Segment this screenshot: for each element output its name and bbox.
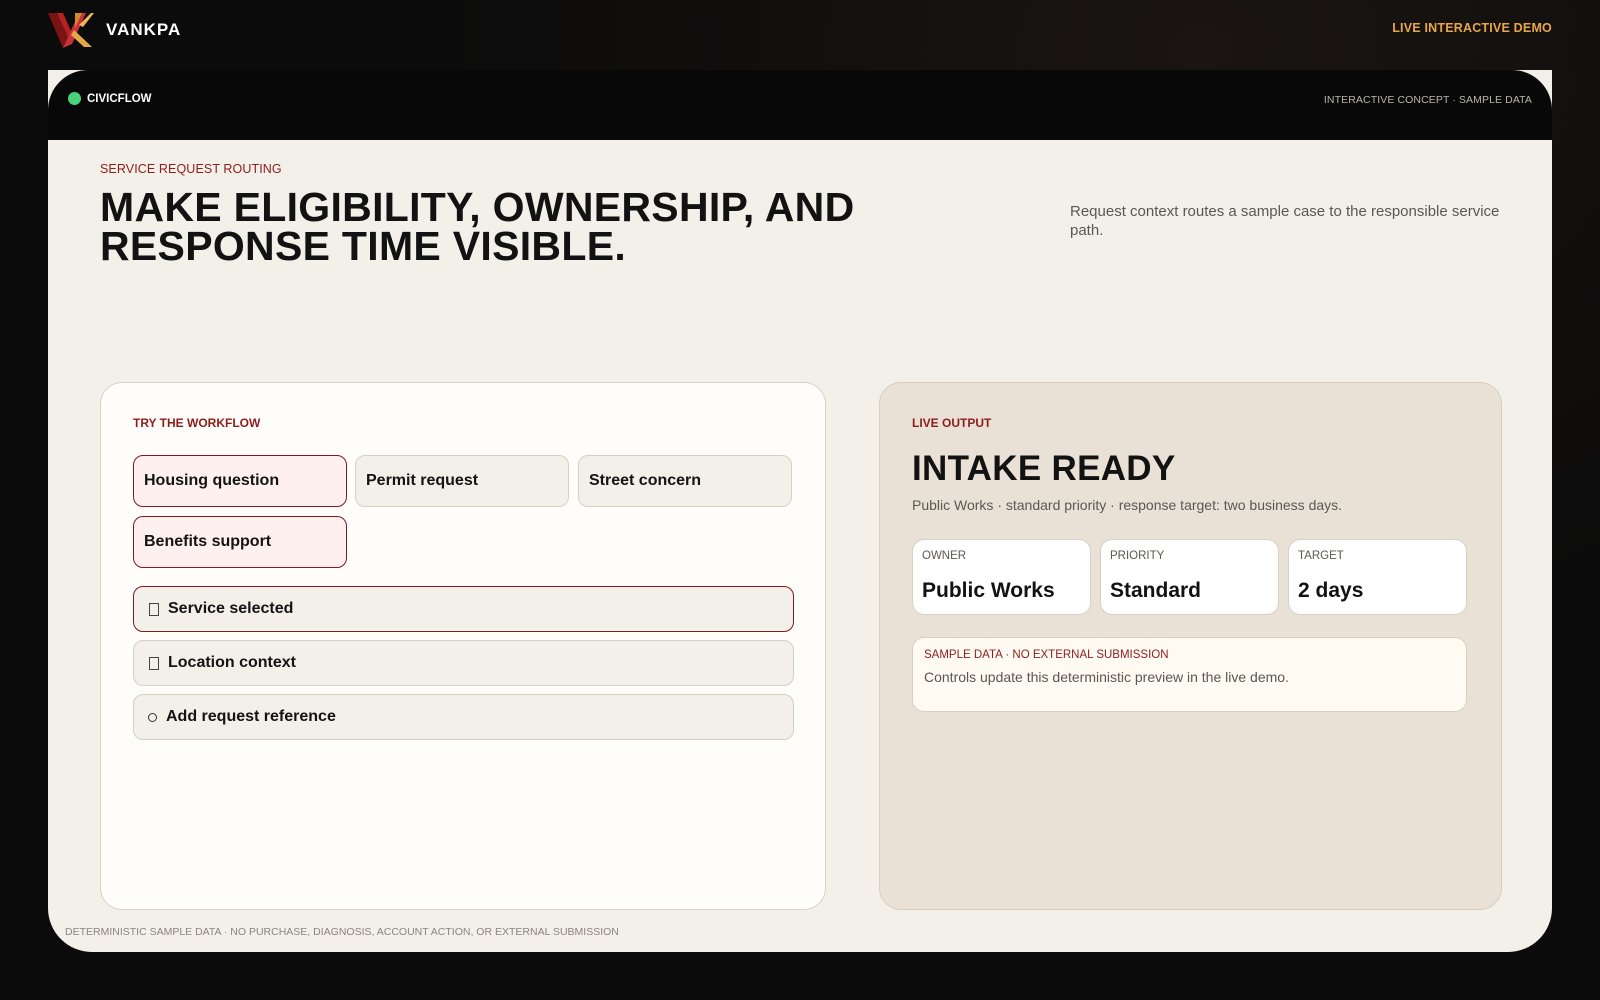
app-identity: CIVICFLOW — [68, 92, 152, 105]
brand[interactable]: VANKPA — [48, 10, 181, 50]
metric-label: PRIORITY — [1110, 550, 1165, 562]
notice-text: Controls update this deterministic previ… — [924, 669, 1289, 685]
service-option-permit[interactable]: Permit request — [355, 455, 569, 507]
top-navigation: VANKPA LIVE INTERACTIVE DEMO — [0, 0, 1600, 60]
workflow-panel: TRY THE WORKFLOW Housing question Permit… — [100, 382, 826, 910]
output-panel: LIVE OUTPUT INTAKE READY Public Works · … — [879, 382, 1502, 910]
checkbox-icon — [149, 602, 159, 616]
vk-logo — [48, 13, 94, 48]
metric-value: Standard — [1110, 579, 1202, 602]
window-header: CIVICFLOW INTERACTIVE CONCEPT · SAMPLE D… — [48, 70, 1552, 140]
demo-window: CIVICFLOW INTERACTIVE CONCEPT · SAMPLE D… — [48, 70, 1552, 952]
workflow-eyebrow: TRY THE WORKFLOW — [133, 416, 261, 430]
sample-data-notice: SAMPLE DATA · NO EXTERNAL SUBMISSION Con… — [912, 637, 1467, 712]
brand-name: VANKPA — [106, 20, 182, 39]
checklist-item-label: Service selected — [168, 600, 294, 617]
metric-label: TARGET — [1298, 550, 1344, 562]
output-eyebrow: LIVE OUTPUT — [912, 416, 992, 430]
page-description: Request context routes a sample case to … — [1070, 203, 1500, 239]
service-option-street[interactable]: Street concern — [578, 455, 792, 507]
metric-owner: OWNER Public Works — [912, 539, 1091, 615]
section-eyebrow: SERVICE REQUEST ROUTING — [100, 162, 282, 176]
metric-priority: PRIORITY Standard — [1100, 539, 1279, 615]
checklist-item-label: Location context — [168, 654, 297, 671]
metric-value: Public Works — [922, 579, 1055, 602]
page-title: MAKE ELIGIBILITY, OWNERSHIP, AND RESPONS… — [100, 184, 855, 269]
notice-label: SAMPLE DATA · NO EXTERNAL SUBMISSION — [924, 649, 1169, 661]
metric-label: OWNER — [922, 550, 967, 562]
checkbox-icon — [149, 656, 159, 670]
output-status: INTAKE READY — [912, 449, 1176, 488]
status-dot-icon — [68, 92, 81, 105]
checklist-item-request-reference[interactable]: Add request reference — [133, 694, 794, 740]
app-name: CIVICFLOW — [87, 92, 152, 105]
footer-disclaimer: DETERMINISTIC SAMPLE DATA · NO PURCHASE,… — [65, 926, 619, 938]
metric-value: 2 days — [1298, 579, 1364, 602]
service-option-benefits[interactable]: Benefits support — [133, 516, 347, 568]
circle-icon — [148, 712, 157, 722]
output-summary: Public Works · standard priority · respo… — [912, 497, 1343, 513]
metric-target: TARGET 2 days — [1288, 539, 1467, 615]
live-demo-link[interactable]: LIVE INTERACTIVE DEMO — [1392, 21, 1552, 35]
service-option-housing[interactable]: Housing question — [133, 455, 347, 507]
checklist-item-location-context[interactable]: Location context — [133, 640, 794, 686]
checklist-item-label: Add request reference — [166, 708, 336, 725]
checklist-item-service-selected[interactable]: Service selected — [133, 586, 794, 632]
concept-label: INTERACTIVE CONCEPT · SAMPLE DATA — [1323, 94, 1532, 106]
